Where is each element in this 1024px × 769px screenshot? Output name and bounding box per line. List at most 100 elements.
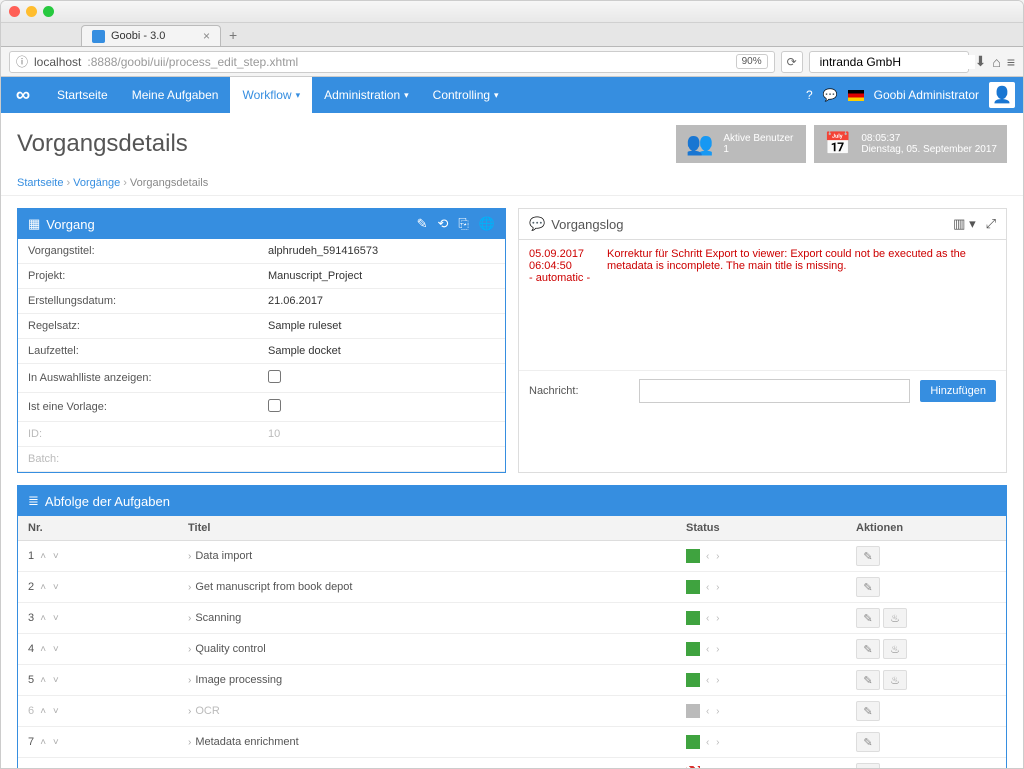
nav-item-controlling[interactable]: Controlling▾ [421, 77, 511, 113]
chevron-right-icon[interactable]: › [188, 551, 191, 562]
nav-item-meine-aufgaben[interactable]: Meine Aufgaben [120, 77, 231, 113]
kv-value: Manuscript_Project [258, 264, 505, 289]
status-nav-icon[interactable]: ‹ › [706, 613, 721, 624]
edit-action-icon[interactable]: ✎ [856, 732, 880, 752]
log-panel-title: Vorgangslog [551, 217, 623, 232]
table-icon: ▦ [28, 216, 40, 232]
download-icon[interactable]: ⬇ [975, 53, 987, 70]
refresh-icon[interactable]: ⟲ [438, 216, 449, 232]
clock-time: 08:05:37 [861, 133, 997, 144]
user-avatar-icon[interactable]: 👤 [989, 82, 1015, 108]
chevron-right-icon[interactable]: › [188, 644, 191, 655]
window-minimize-icon[interactable] [26, 6, 37, 17]
edit-action-icon[interactable]: ✎ [856, 546, 880, 566]
breadcrumb-item: Vorgangsdetails [130, 177, 208, 189]
window-close-icon[interactable] [9, 6, 20, 17]
chevron-right-icon[interactable]: › [188, 613, 191, 624]
edit-action-icon[interactable]: ✎ [856, 639, 880, 659]
kv-value: 21.06.2017 [258, 289, 505, 314]
message-input[interactable] [639, 379, 910, 403]
table-row: 3 ˄ ˅›Scanning‹ ›✎♨ [18, 603, 1006, 634]
checkbox[interactable] [268, 399, 281, 412]
copy-icon[interactable]: ⎘ [458, 216, 468, 232]
status-nav-icon[interactable]: ‹ › [706, 551, 721, 562]
users-icon: 👥 [686, 131, 713, 157]
reorder-icon[interactable]: ˄ ˅ [40, 737, 60, 748]
edit-action-icon[interactable]: ✎ [856, 763, 880, 768]
browser-tab-title: Goobi - 3.0 [111, 30, 165, 42]
reorder-icon[interactable]: ˄ ˅ [40, 582, 60, 593]
chevron-right-icon[interactable]: › [188, 582, 191, 593]
col-nr: Nr. [18, 516, 178, 541]
zoom-indicator[interactable]: 90% [736, 54, 768, 69]
fire-action-icon[interactable]: ♨ [883, 670, 907, 690]
reorder-icon[interactable]: ˄ ˅ [40, 675, 60, 686]
edit-action-icon[interactable]: ✎ [856, 670, 880, 690]
breadcrumb-item[interactable]: Vorgänge [73, 177, 120, 189]
reorder-icon[interactable]: ˄ ˅ [40, 644, 60, 655]
checkbox[interactable] [268, 370, 281, 383]
log-panel: 💬 Vorgangslog ▥ ▾ ⤢ 05.09.2017 06:04:50 … [518, 208, 1007, 473]
table-row: 8 ˄ ˅›Export to viewer‹ ›✎ [18, 758, 1006, 769]
breadcrumb-item[interactable]: Startseite [17, 177, 63, 189]
kv-label: Regelsatz: [18, 314, 258, 339]
add-log-button[interactable]: Hinzufügen [920, 380, 996, 402]
app-logo-icon[interactable]: ∞ [1, 77, 45, 113]
app-navbar: ∞ StartseiteMeine AufgabenWorkflow▾Admin… [1, 77, 1023, 113]
fire-action-icon[interactable]: ♨ [883, 639, 907, 659]
browser-tab-strip: Goobi - 3.0 × + [1, 23, 1023, 47]
help-icon[interactable]: ? [806, 88, 813, 102]
menu-icon[interactable]: ≡ [1007, 54, 1015, 70]
kv-value [258, 393, 505, 422]
nav-item-workflow[interactable]: Workflow▾ [230, 77, 312, 113]
favicon-icon [92, 30, 105, 43]
reorder-icon[interactable]: ˄ ˅ [40, 551, 60, 562]
task-title: Image processing [195, 674, 282, 686]
globe-icon[interactable]: 🌐 [479, 216, 495, 232]
close-tab-icon[interactable]: × [203, 29, 210, 43]
list-icon: ≣ [28, 493, 39, 509]
url-input[interactable]: ⓘ localhost:8888/goobi/uii/process_edit_… [9, 51, 775, 73]
window-zoom-icon[interactable] [43, 6, 54, 17]
chevron-right-icon[interactable]: › [188, 675, 191, 686]
tasks-panel-title: Abfolge der Aufgaben [45, 494, 170, 509]
nav-item-administration[interactable]: Administration▾ [312, 77, 421, 113]
browser-search-input[interactable] [809, 51, 969, 73]
site-info-icon[interactable]: ⓘ [16, 53, 28, 70]
status-nav-icon[interactable]: ‹ › [706, 737, 721, 748]
home-icon[interactable]: ⌂ [992, 54, 1000, 70]
kv-value: Sample docket [258, 339, 505, 364]
fire-action-icon[interactable]: ♨ [883, 608, 907, 628]
status-nav-icon[interactable]: ‹ › [706, 582, 721, 593]
status-nav-icon[interactable]: ‹ › [706, 706, 721, 717]
reload-button[interactable]: ⟳ [781, 51, 803, 73]
status-nav-icon[interactable]: ‹ › [706, 644, 721, 655]
kv-label: Laufzettel: [18, 339, 258, 364]
columns-icon[interactable]: ▥ ▾ [953, 216, 975, 232]
clock-date: Dienstag, 05. September 2017 [861, 144, 997, 155]
message-label: Nachricht: [529, 385, 629, 397]
process-panel: ▦ Vorgang ✎ ⟲ ⎘ 🌐 Vorgangstitel:alphrude… [17, 208, 506, 473]
task-title: Export to viewer [195, 767, 274, 768]
new-tab-button[interactable]: + [221, 24, 245, 46]
nav-item-startseite[interactable]: Startseite [45, 77, 120, 113]
kv-value: alphrudeh_591416573 [258, 239, 505, 264]
search-field[interactable] [820, 55, 975, 69]
expand-icon[interactable]: ⤢ [986, 216, 996, 232]
edit-action-icon[interactable]: ✎ [856, 608, 880, 628]
edit-action-icon[interactable]: ✎ [856, 701, 880, 721]
chat-icon[interactable]: 💬 [823, 88, 838, 102]
chevron-right-icon[interactable]: › [188, 737, 191, 748]
language-flag-icon[interactable] [848, 90, 864, 101]
browser-tab[interactable]: Goobi - 3.0 × [81, 25, 221, 46]
process-panel-title: Vorgang [46, 217, 94, 232]
reorder-icon[interactable]: ˄ ˅ [40, 706, 60, 717]
chevron-right-icon[interactable]: › [188, 706, 191, 717]
edit-action-icon[interactable]: ✎ [856, 577, 880, 597]
row-nr: 4 [28, 643, 34, 655]
url-path: :8888/goobi/uii/process_edit_step.xhtml [87, 55, 298, 69]
status-nav-icon[interactable]: ‹ › [706, 675, 721, 686]
status-icon [686, 549, 700, 563]
reorder-icon[interactable]: ˄ ˅ [40, 613, 60, 624]
edit-icon[interactable]: ✎ [417, 216, 428, 232]
